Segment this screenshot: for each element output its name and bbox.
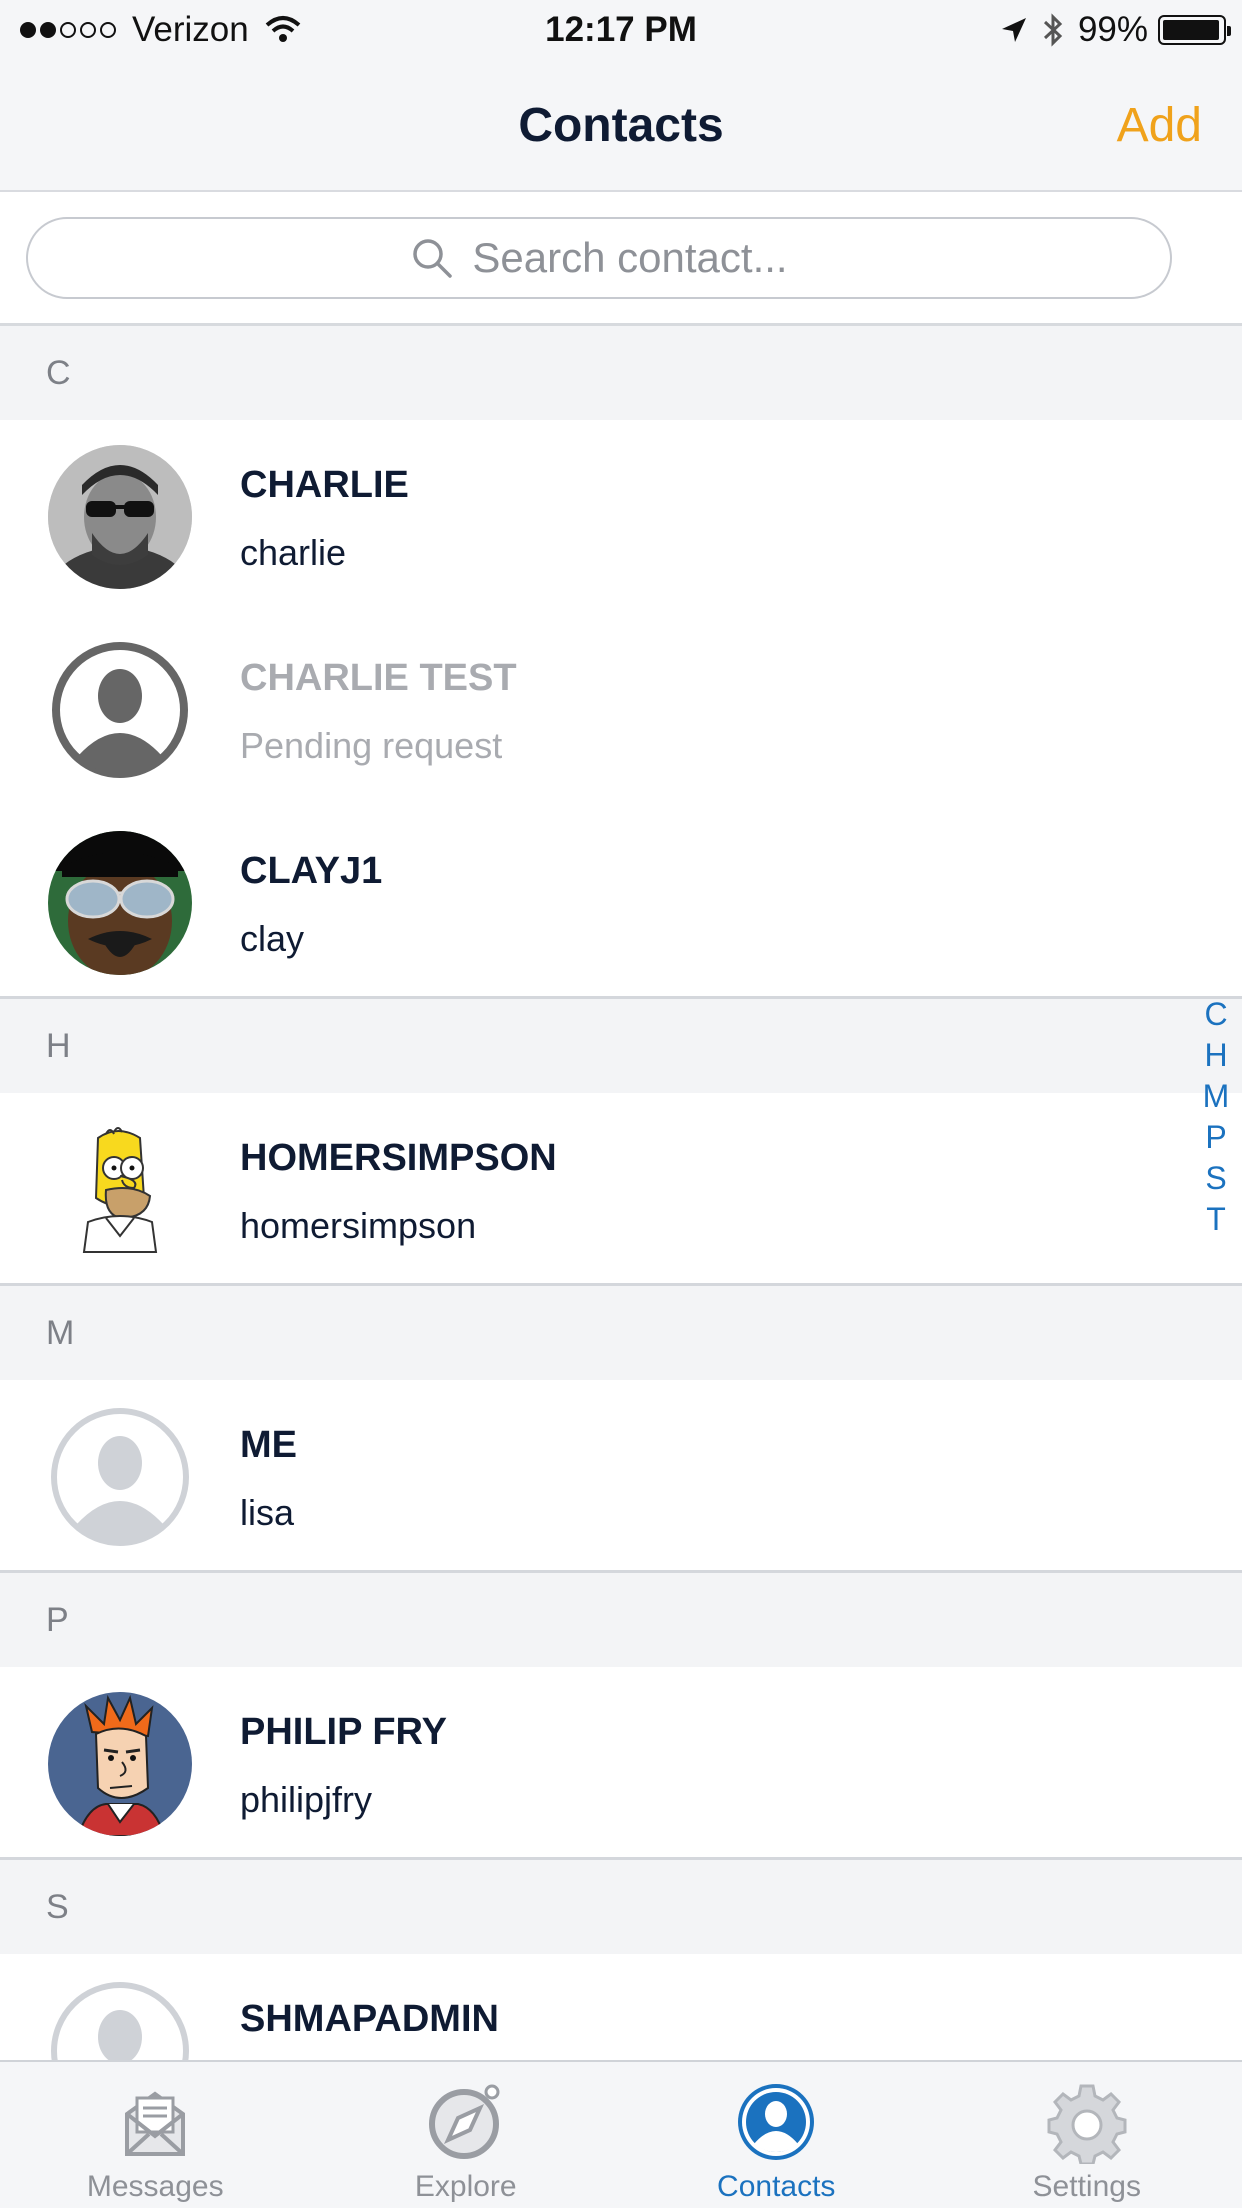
person-icon [738,2084,815,2160]
index-letter-m[interactable]: M [1203,1076,1230,1117]
add-contact-button[interactable]: Add [1117,98,1202,153]
avatar [48,445,192,589]
contact-name: CHARLIE TEST [240,657,517,699]
index-letter-h[interactable]: H [1204,1035,1227,1076]
index-letter-s[interactable]: S [1205,1158,1226,1199]
contact-name: CHARLIE [240,464,409,506]
contact-name: CLAYJ1 [240,850,383,892]
contact-row-charlie[interactable]: CHARLIE charlie [0,420,1242,613]
default-avatar-icon [48,1405,192,1549]
contact-row-charlie-test[interactable]: CHARLIE TEST Pending request [0,613,1242,806]
index-letter-t[interactable]: T [1206,1199,1226,1240]
alphabet-index[interactable]: C H M P S T [1196,994,1236,1240]
contact-name: HOMERSIMPSON [240,1137,557,1179]
tab-contacts[interactable]: Contacts [621,2062,932,2208]
envelope-icon [125,2091,186,2156]
section-header-h: H [0,999,1242,1093]
avatar [48,1118,192,1262]
compass-icon [428,2084,500,2159]
tab-settings[interactable]: Settings [932,2062,1242,2208]
section-header-m: M [0,1286,1242,1380]
contact-username: homersimpson [240,1205,477,1246]
tab-messages[interactable]: Messages [0,2062,311,2208]
gear-icon [1047,2084,1127,2164]
section-header-p: P [0,1573,1242,1667]
tab-label: Explore [414,2170,517,2203]
contact-name: SHMAPADMIN [240,1998,499,2040]
battery-percent: 99% [1077,10,1148,49]
default-avatar-icon [48,638,192,782]
status-right: 99% [1000,10,1231,50]
navigation-bar: Contacts Add [0,62,1242,192]
contact-row-clayj1[interactable]: CLAYJ1 clay [0,806,1242,999]
search-icon [413,239,453,278]
index-letter-c[interactable]: C [1204,994,1227,1035]
contact-username: philipjfry [240,1779,373,1820]
contact-username: charlie [240,532,347,573]
tab-label: Contacts [717,2170,836,2203]
contact-list[interactable]: C CHARLIE charlie CHARLIE TEST Pending r… [0,326,1242,2147]
bluetooth-icon [1043,13,1063,47]
contact-row-me[interactable]: ME lisa [0,1380,1242,1573]
contact-name: ME [240,1424,297,1466]
tab-label: Messages [86,2170,224,2203]
location-arrow-icon [1001,18,1026,42]
avatar [48,1692,192,1836]
contact-row-philip-fry[interactable]: PHILIP FRY philipjfry [0,1667,1242,1860]
page-title: Contacts [518,99,724,152]
contact-row-homersimpson[interactable]: HOMERSIMPSON homersimpson [0,1093,1242,1286]
index-letter-p[interactable]: P [1205,1117,1226,1158]
tab-bar: Messages Explore Contacts Settings [0,2060,1242,2208]
section-header-c: C [0,326,1242,420]
contact-status: Pending request [240,725,503,766]
search-placeholder: Search contact... [472,234,788,281]
battery-icon [1158,15,1231,45]
search-area: Search contact... [0,192,1242,326]
tab-explore[interactable]: Explore [311,2062,622,2208]
contact-name: PHILIP FRY [240,1711,447,1753]
status-bar: Verizon 12:17 PM 99% [0,0,1242,62]
avatar [48,831,192,975]
section-header-s: S [0,1860,1242,1954]
contact-username: lisa [240,1492,295,1533]
search-input[interactable]: Search contact... [26,217,1172,299]
tab-label: Settings [1032,2170,1141,2203]
contact-username: clay [240,918,305,959]
